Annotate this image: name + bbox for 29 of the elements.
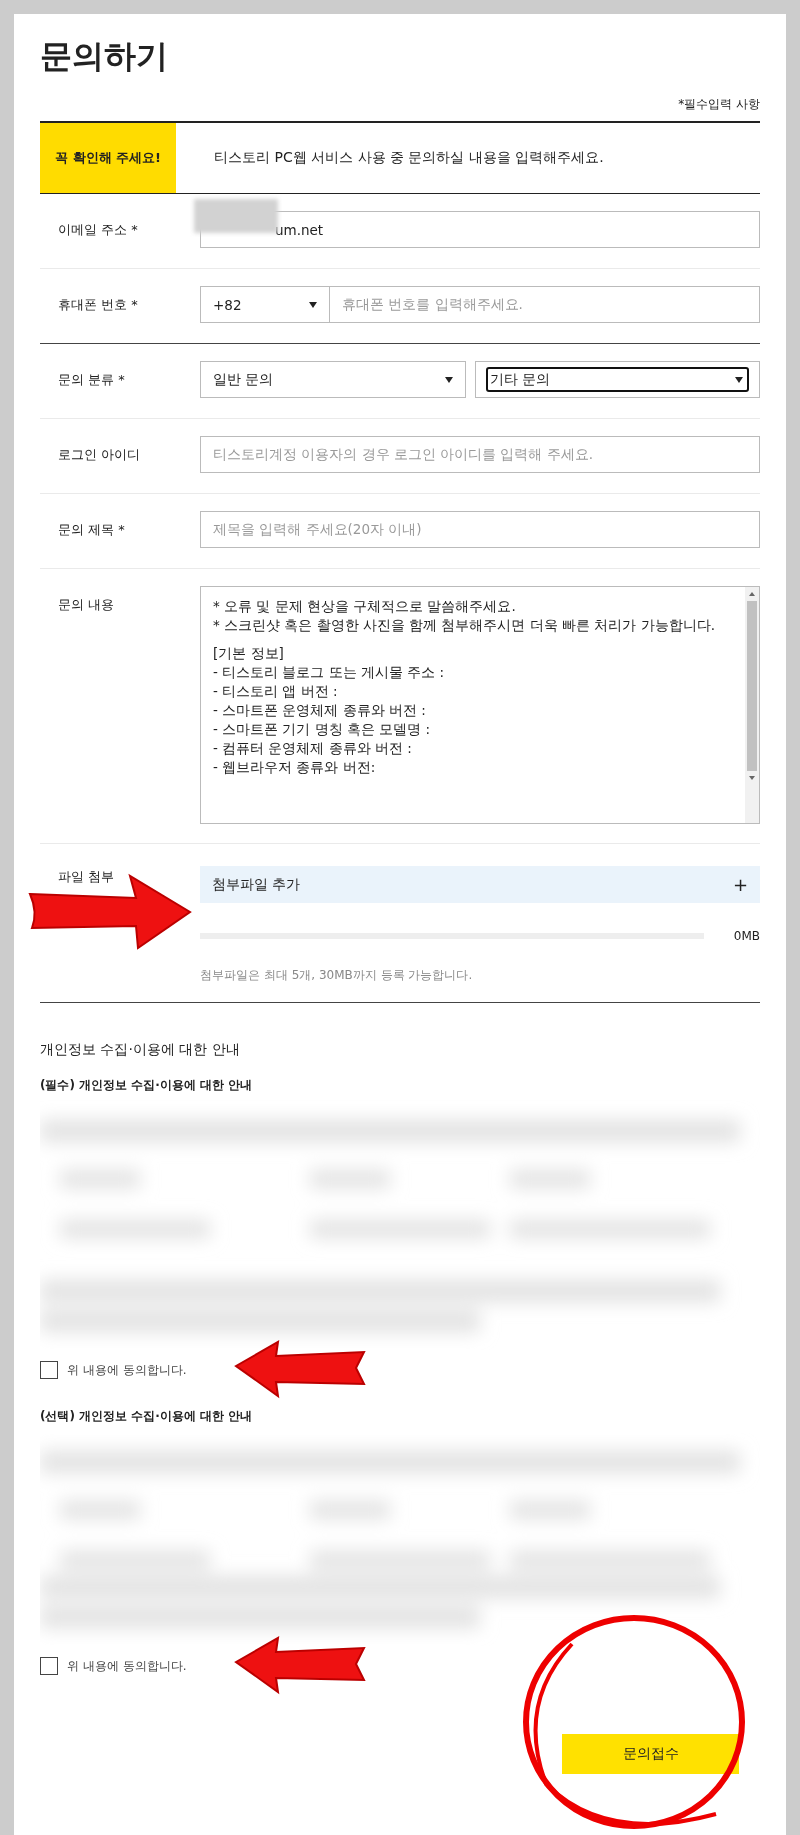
field-label: 이메일 주소 * — [57, 221, 139, 239]
submit-button[interactable]: 문의접수 — [562, 1734, 739, 1774]
category-select[interactable]: 기타 문의 — [485, 367, 749, 392]
agree-checkbox[interactable]: 위 내용에 동의합니다. — [40, 1657, 187, 1675]
notice-text: 티스토리 PC웹 서비스 사용 중 문의하실 내용을 입력해주세요. — [214, 149, 604, 167]
caret-icon — [735, 376, 743, 383]
caret-icon — [309, 301, 317, 308]
caret-icon — [444, 376, 453, 383]
field-label: 문의 내용 — [57, 596, 116, 614]
notice-badge: 꼭 확인해 주세요! — [40, 123, 176, 193]
size-reading: 0MB — [733, 929, 760, 943]
category-select[interactable]: 일반 문의 — [201, 362, 465, 397]
message-textarea[interactable]: * 오류 및 문제 현상을 구체적으로 말씀해주세요. * 스크린샷 혹은 촬영한 사진을 함께 첨부해주시면 더욱 빠른 처리가 가능합니다. [기본 정보] - 티스토리 블로그 또는 게시물 주소 : - 티스토리 앱 버전 : - 스마트폰 운영체제 종류와 버전 : - 스마트폰 기기 명칭 혹은 모델명 : - 컴퓨터 운영체제 종류와 버전 : - 웹브라우저 종류와 버전: — [200, 586, 760, 824]
input-field[interactable]: um.net — [200, 211, 760, 248]
required-note: *필수입력 사항 — [678, 96, 760, 113]
field-label: 휴대폰 번호 * — [57, 296, 139, 314]
field-label: 문의 분류 * — [57, 371, 126, 389]
scrollbar[interactable] — [745, 587, 759, 823]
field-label: 파일 첨부 — [57, 868, 116, 886]
field-label: 문의 제목 * — [57, 521, 126, 539]
field-label: 로그인 아이디 — [57, 446, 142, 464]
add-attachment-button[interactable]: 첨부파일 추가 + — [200, 866, 760, 903]
attachment-note: 첨부파일은 최대 5개, 30MB까지 등록 가능합니다. — [200, 967, 474, 984]
section-title: (선택) 개인정보 수집·이용에 대한 안내 — [40, 1408, 254, 1425]
page-title: 문의하기 — [40, 36, 169, 77]
agree-checkbox[interactable]: 위 내용에 동의합니다. — [40, 1361, 187, 1379]
country-code-select[interactable]: +82 — [200, 286, 330, 323]
section-title: (필수) 개인정보 수집·이용에 대한 안내 — [40, 1077, 254, 1094]
privacy-heading: 개인정보 수집·이용에 대한 안내 — [40, 1041, 241, 1059]
